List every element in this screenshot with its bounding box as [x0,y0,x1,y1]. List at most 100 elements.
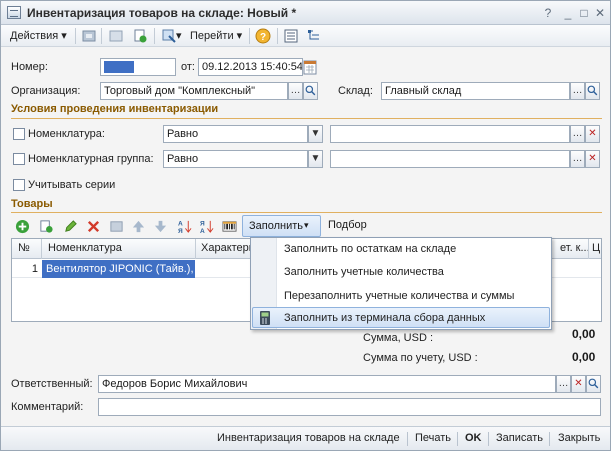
refill-qty-and-sums-item[interactable]: Перезаполнить учетные количества и суммы [284,290,514,302]
comment-field[interactable] [98,398,601,416]
date-field[interactable]: 09.12.2013 15:40:54 [198,58,303,76]
comment-label: Комментарий: [11,401,84,413]
svg-text:Я: Я [178,228,183,234]
save-button[interactable]: Записать [496,432,543,444]
structure-icon[interactable] [161,28,177,44]
help-icon[interactable]: ? [541,6,555,20]
svg-text:?: ? [260,32,266,43]
data-terminal-icon [260,311,270,325]
search-icon [305,85,316,96]
sort-descending-icon[interactable]: ЯA [199,219,214,234]
column-price[interactable]: Ц [592,242,600,254]
nomenclature-filter-label: Номенклатура: [28,128,105,140]
organization-label: Организация: [11,85,81,97]
responsible-field[interactable]: Федоров Борис Михайлович [98,375,556,393]
nomenclature-operator-dropdown[interactable]: ▼ [308,125,323,143]
copy-document-icon[interactable] [132,28,148,44]
window-title: Инвентаризация товаров на складе: Новый … [27,6,297,20]
group-operator-dropdown[interactable]: ▼ [308,150,323,168]
organization-select-button[interactable]: … [288,82,303,100]
nomenclature-value-field[interactable] [330,125,570,143]
fill-by-stock-item[interactable]: Заполнить по остаткам на складе [284,243,456,255]
column-accounting-qty[interactable]: ет. к... [560,242,590,254]
group-filter-label: Номенклатурная группа: [28,153,154,165]
structure-dropdown-arrow[interactable]: ▾ [176,28,182,44]
unpost-icon[interactable] [108,28,124,44]
svg-text:Я: Я [200,221,205,228]
sum-value: 0,00 [572,327,596,341]
responsible-label: Ответственный: [11,378,93,390]
end-edit-icon[interactable] [109,219,124,234]
group-operator-field[interactable]: Равно [163,150,308,168]
tree-view-icon[interactable] [306,28,322,44]
search-icon [587,85,598,96]
accounting-sum-label: Сумма по учету, USD : [363,352,478,364]
series-checkbox[interactable] [13,179,25,191]
nomenclature-value-clear[interactable]: ✕ [585,125,600,143]
warehouse-field[interactable]: Главный склад [381,82,570,100]
title-bar: Инвентаризация товаров на складе: Новый … [1,1,610,25]
add-row-icon[interactable] [15,219,30,234]
move-up-icon[interactable] [131,219,146,234]
svg-text:A: A [178,221,183,228]
date-label: от: [181,61,195,73]
responsible-clear-button[interactable]: ✕ [571,375,586,393]
move-down-icon[interactable] [153,219,168,234]
nomenclature-operator-field[interactable]: Равно [163,125,308,143]
number-label: Номер: [11,61,48,73]
fill-button-label: Заполнить [249,220,304,232]
warehouse-search-button[interactable] [585,82,600,100]
document-icon [7,6,21,19]
nomenclature-filter-checkbox[interactable] [13,128,25,140]
organization-field[interactable]: Торговый дом "Комплексный" [100,82,288,100]
bottom-command-bar: Инвентаризация товаров на складе Печать … [1,426,610,450]
close-icon[interactable]: ✕ [593,6,607,20]
group-value-field[interactable] [330,150,570,168]
barcode-icon[interactable] [222,219,237,234]
calendar-icon[interactable] [303,59,317,75]
goods-section-title: Товары [11,198,53,210]
group-filter-checkbox[interactable] [13,153,25,165]
group-value-clear[interactable]: ✕ [585,150,600,168]
search-icon [588,378,599,389]
select-button[interactable]: Подбор [328,219,367,231]
column-characteristic[interactable]: Характери [201,242,255,254]
copy-row-icon[interactable] [39,219,54,234]
actions-menu-button[interactable]: Действия ▾ [10,28,67,44]
warehouse-select-button[interactable]: … [570,82,585,100]
minimize-icon[interactable]: _ [561,6,575,20]
delete-row-icon[interactable] [86,219,101,234]
svg-text:A: A [200,228,205,234]
command-toolbar: Действия ▾ ▾ Перейти ▾ ? [1,25,610,47]
fill-button[interactable]: Заполнить ▾ [242,215,321,237]
accounting-sum-value: 0,00 [572,350,596,364]
conditions-section-title: Условия проведения инвентаризации [11,103,219,115]
list-view-icon[interactable] [283,28,299,44]
nomenclature-value-select[interactable]: … [570,125,585,143]
fill-accounting-qty-item[interactable]: Заполнить учетные количества [284,266,444,278]
maximize-icon[interactable]: □ [577,6,591,20]
number-selection [104,61,134,73]
post-document-icon[interactable] [81,28,97,44]
fill-from-terminal-item[interactable]: Заполнить из терминала сбора данных [284,312,485,324]
help-circle-icon[interactable]: ? [255,28,271,44]
row-number: 1 [31,263,38,275]
go-menu-button[interactable]: Перейти ▾ [190,28,242,44]
column-item[interactable]: Номенклатура [48,242,122,254]
sum-label: Сумма, USD : [363,332,434,344]
number-field[interactable] [100,58,176,76]
organization-search-button[interactable] [303,82,318,100]
close-button[interactable]: Закрыть [558,432,600,444]
edit-row-icon[interactable] [63,219,78,234]
warehouse-label: Склад: [338,85,373,97]
responsible-select-button[interactable]: … [556,375,571,393]
row-item-cell[interactable]: Вентилятор JIPONIC (Тайв.), [42,260,195,278]
fill-menu: Заполнить по остаткам на складе Заполнит… [250,237,552,330]
ok-button[interactable]: OK [465,432,482,444]
sort-ascending-icon[interactable]: AЯ [177,219,192,234]
column-no[interactable]: № [18,242,30,254]
group-value-select[interactable]: … [570,150,585,168]
responsible-search-button[interactable] [586,375,601,393]
print-button[interactable]: Печать [415,432,451,444]
document-link-button[interactable]: Инвентаризация товаров на складе [217,432,400,444]
